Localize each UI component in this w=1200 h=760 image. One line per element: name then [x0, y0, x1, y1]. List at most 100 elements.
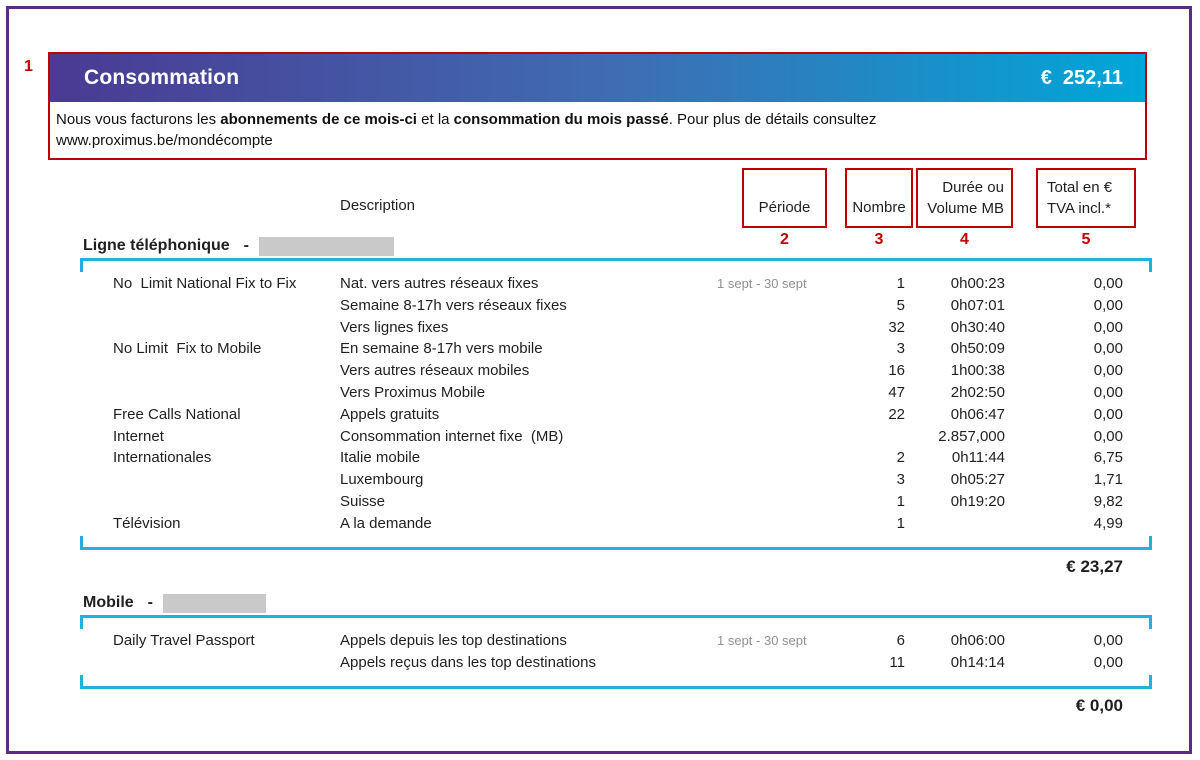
row-description: En semaine 8-17h vers mobile	[340, 338, 717, 360]
row-periode	[717, 652, 817, 674]
section-title-dash: -	[148, 594, 153, 612]
row-total: 0,00	[1005, 382, 1123, 404]
row-category	[113, 469, 340, 491]
consumption-header-box: Consommation € 252,11 Nous vous facturon…	[48, 52, 1147, 160]
consumption-header-bar: Consommation € 252,11	[50, 54, 1145, 102]
row-category: Daily Travel Passport	[113, 630, 340, 652]
row-total: 4,99	[1005, 513, 1123, 535]
intro-text-3: . Pour plus de détails consultez	[669, 111, 877, 128]
row-duree	[905, 513, 1005, 535]
row-category	[113, 295, 340, 317]
row-category: No Limit National Fix to Fix	[113, 273, 340, 295]
row-periode	[717, 447, 817, 469]
column-header-nombre: Nombre	[852, 197, 905, 218]
section-heading-consommation: Consommation	[84, 66, 239, 90]
row-periode	[717, 404, 817, 426]
row-description: Vers autres réseaux mobiles	[340, 360, 717, 382]
row-description: Vers Proximus Mobile	[340, 382, 717, 404]
row-category: No Limit Fix to Mobile	[113, 338, 340, 360]
row-description: Appels reçus dans les top destinations	[340, 652, 717, 674]
table-row: No Limit Fix to MobileEn semaine 8-17h v…	[80, 338, 1152, 360]
section-title-row: Ligne téléphonique -	[80, 234, 1152, 258]
row-category	[113, 491, 340, 513]
row-category	[113, 317, 340, 339]
column-header-total-box: Total en € TVA incl.*	[1036, 168, 1136, 228]
column-header-periode: Période	[759, 197, 811, 218]
row-duree: 2h02:50	[905, 382, 1005, 404]
row-nombre: 11	[817, 652, 905, 674]
row-nombre: 3	[817, 469, 905, 491]
table-row: TélévisionA la demande 1 4,99	[80, 513, 1152, 535]
column-header-total-line2: TVA incl.*	[1047, 198, 1111, 219]
column-header-duree-box: Durée ou Volume MB	[916, 168, 1013, 228]
column-header-description: Description	[340, 197, 415, 214]
table-row: Daily Travel PassportAppels depuis les t…	[80, 630, 1152, 652]
row-total: 1,71	[1005, 469, 1123, 491]
table-row: InternationalesItalie mobile20h11:446,75	[80, 447, 1152, 469]
row-category	[113, 360, 340, 382]
table-row: Suisse10h19:209,82	[80, 491, 1152, 513]
column-header-periode-box: Période	[742, 168, 827, 228]
row-duree: 0h14:14	[905, 652, 1005, 674]
annotation-number-1: 1	[24, 58, 33, 76]
row-category	[113, 382, 340, 404]
row-periode	[717, 360, 817, 382]
intro-bold-1: abonnements de ce mois-ci	[220, 111, 417, 128]
row-duree: 0h06:47	[905, 404, 1005, 426]
total-amount: € 252,11	[1041, 67, 1123, 90]
row-nombre: 32	[817, 317, 905, 339]
table-row: Semaine 8-17h vers réseaux fixes 50h07:01…	[80, 295, 1152, 317]
row-nombre: 1	[817, 491, 905, 513]
row-nombre: 16	[817, 360, 905, 382]
intro-text-1: Nous vous facturons les	[56, 111, 220, 128]
row-description: A la demande	[340, 513, 717, 535]
section-bracket-top	[80, 615, 1152, 629]
row-total: 0,00	[1005, 630, 1123, 652]
row-duree: 0h00:23	[905, 273, 1005, 295]
row-duree: 0h07:01	[905, 295, 1005, 317]
table-row: Luxembourg30h05:271,71	[80, 469, 1152, 491]
row-description: Appels depuis les top destinations	[340, 630, 717, 652]
column-header-duree-line1: Durée ou	[942, 177, 1004, 198]
column-header-total-line1: Total en €	[1047, 177, 1112, 198]
row-description: Nat. vers autres réseaux fixes	[340, 273, 717, 295]
table-row: InternetConsommation internet fixe (MB)2…	[80, 426, 1152, 448]
row-duree: 0h11:44	[905, 447, 1005, 469]
table-row: Vers lignes fixes320h30:400,00	[80, 317, 1152, 339]
table-row: Free Calls NationalAppels gratuits220h06…	[80, 404, 1152, 426]
row-nombre: 1	[817, 513, 905, 535]
row-total: 0,00	[1005, 360, 1123, 382]
table-row: Vers autres réseaux mobiles 161h00:380,00	[80, 360, 1152, 382]
row-periode: 1 sept - 30 sept	[717, 273, 817, 295]
redacted-mobile-number	[163, 594, 266, 613]
row-periode	[717, 317, 817, 339]
row-total: 0,00	[1005, 404, 1123, 426]
row-total: 0,00	[1005, 652, 1123, 674]
row-description: Semaine 8-17h vers réseaux fixes	[340, 295, 717, 317]
row-nombre: 5	[817, 295, 905, 317]
row-duree: 0h06:00	[905, 630, 1005, 652]
column-header-duree-line2: Volume MB	[927, 198, 1004, 219]
row-periode	[717, 513, 817, 535]
row-nombre: 2	[817, 447, 905, 469]
table-row: Vers Proximus Mobile 472h02:500,00	[80, 382, 1152, 404]
row-nombre: 47	[817, 382, 905, 404]
row-category: Internationales	[113, 447, 340, 469]
section-title-dash: -	[244, 237, 249, 255]
row-duree: 1h00:38	[905, 360, 1005, 382]
billing-explanation: Nous vous facturons les abonnements de c…	[50, 102, 1145, 151]
row-description: Vers lignes fixes	[340, 317, 717, 339]
table-row: No Limit National Fix to FixNat. vers au…	[80, 273, 1152, 295]
section-mobile: Mobile - Daily Travel PassportAppels dep…	[80, 591, 1152, 716]
row-category: Internet	[113, 426, 340, 448]
row-total: 0,00	[1005, 317, 1123, 339]
row-total: 0,00	[1005, 273, 1123, 295]
row-periode	[717, 295, 817, 317]
row-nombre: 22	[817, 404, 905, 426]
section-bracket-bottom	[80, 538, 1152, 550]
row-category: Télévision	[113, 513, 340, 535]
row-periode	[717, 426, 817, 448]
row-description: Luxembourg	[340, 469, 717, 491]
section-bracket-top	[80, 258, 1152, 272]
row-periode: 1 sept - 30 sept	[717, 630, 817, 652]
